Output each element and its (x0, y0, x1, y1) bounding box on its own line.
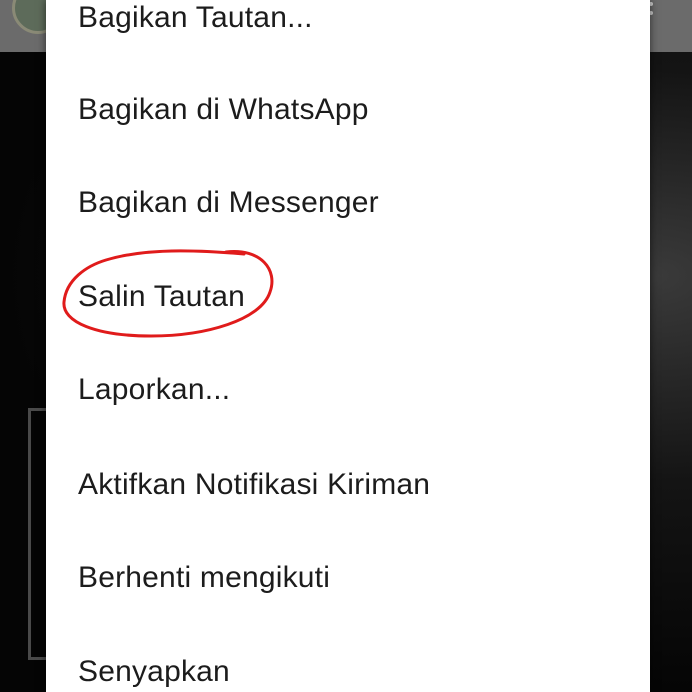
menu-item-copy-link[interactable]: Salin Tautan (46, 251, 650, 343)
menu-item-turn-on-notifications[interactable]: Aktifkan Notifikasi Kiriman (46, 439, 650, 531)
menu-item-share-whatsapp[interactable]: Bagikan di WhatsApp (46, 64, 650, 156)
menu-item-label: Bagikan di WhatsApp (78, 93, 369, 126)
menu-item-label: Senyapkan (78, 655, 230, 688)
menu-item-report[interactable]: Laporkan... (46, 344, 650, 436)
menu-item-label: Salin Tautan (78, 280, 245, 313)
screen: Bagikan Tautan... Bagikan di WhatsApp Ba… (0, 0, 692, 692)
menu-item-label: Berhenti mengikuti (78, 561, 331, 594)
menu-item-label: Bagikan di Messenger (78, 186, 379, 219)
menu-item-share-messenger[interactable]: Bagikan di Messenger (46, 157, 650, 249)
menu-item-snooze[interactable]: Senyapkan (46, 626, 650, 692)
menu-item-share-link[interactable]: Bagikan Tautan... (46, 0, 650, 64)
menu-item-label: Laporkan... (78, 373, 231, 406)
popup-menu: Bagikan Tautan... Bagikan di WhatsApp Ba… (46, 0, 650, 692)
menu-item-unfollow[interactable]: Berhenti mengikuti (46, 532, 650, 624)
menu-item-label: Bagikan Tautan... (78, 1, 313, 34)
menu-item-label: Aktifkan Notifikasi Kiriman (78, 468, 431, 501)
